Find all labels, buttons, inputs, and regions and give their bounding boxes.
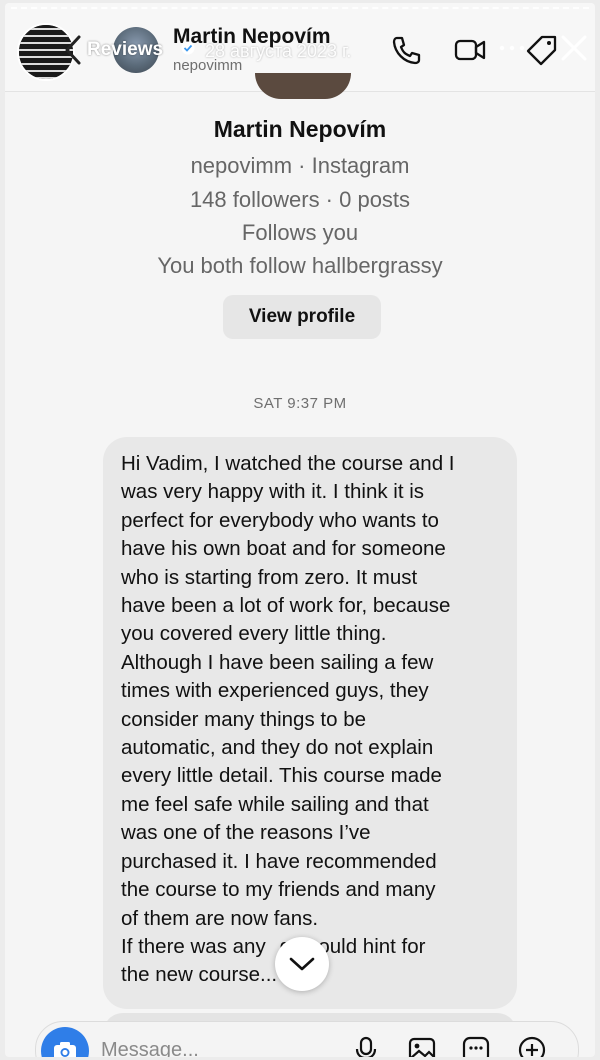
story-timestamp: 28 августа 2023 г.: [205, 41, 352, 61]
profile-name: Martin Nepovím: [213, 116, 387, 142]
profile-follow-status: Follows you: [241, 220, 359, 245]
profile-photo[interactable]: [255, 73, 351, 99]
message-input[interactable]: [101, 1039, 331, 1057]
profile-handle-line: nepovimm · Instagram: [190, 153, 410, 178]
story-progress-bar: [11, 7, 589, 12]
message-timestamp: SAT 9:37 PM: [253, 395, 347, 412]
message-text: Hi Vadim, I watched the course and I was…: [121, 452, 455, 987]
camera-icon: [54, 1042, 76, 1057]
gallery-icon[interactable]: [407, 1035, 437, 1057]
verified-icon: [181, 41, 195, 55]
chevron-down-icon: [289, 957, 315, 971]
video-icon[interactable]: [453, 33, 487, 67]
view-profile-button[interactable]: View profile: [223, 295, 381, 339]
close-icon[interactable]: [557, 31, 591, 65]
profile-mutual-follow: You both follow hallbergrassy: [157, 253, 443, 278]
story-frame: Martin Nepovím nepovimm Reviews 28 авгус…: [5, 3, 595, 1057]
more-icon[interactable]: [497, 41, 527, 55]
scroll-down-button[interactable]: [275, 937, 329, 991]
mic-icon[interactable]: [351, 1035, 381, 1057]
sticker-icon[interactable]: [461, 1035, 491, 1057]
phone-icon[interactable]: [389, 33, 423, 67]
profile-stats-line: 148 followers · 0 posts: [189, 187, 411, 212]
tag-icon[interactable]: [525, 33, 559, 67]
story-title[interactable]: Reviews: [87, 39, 163, 61]
back-icon[interactable]: [63, 33, 85, 67]
plus-icon[interactable]: [517, 1035, 547, 1057]
